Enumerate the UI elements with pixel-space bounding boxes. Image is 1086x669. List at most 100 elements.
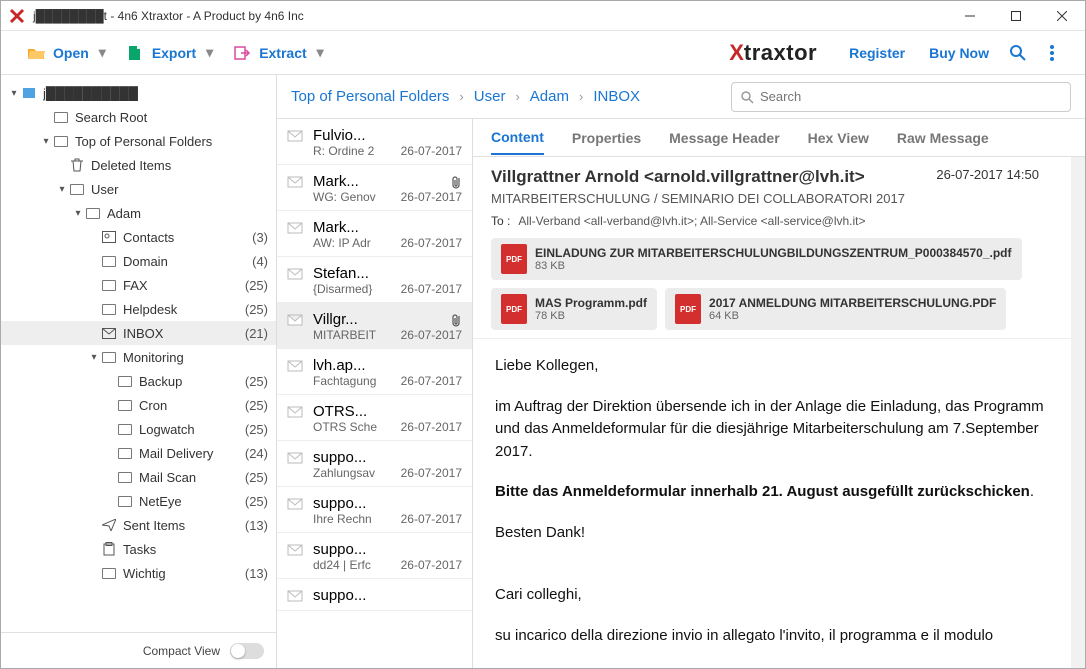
- tree-item-deleted-items[interactable]: Deleted Items: [1, 153, 276, 177]
- tree-item-mail-scan[interactable]: Mail Scan (25): [1, 465, 276, 489]
- compact-view-toggle[interactable]: [230, 643, 264, 659]
- search-input[interactable]: [760, 89, 1062, 104]
- folder-label: Mail Scan: [139, 470, 241, 485]
- pdf-icon: PDF: [501, 244, 527, 274]
- envelope-icon: [287, 357, 305, 388]
- message-date: 26-07-2017: [401, 374, 462, 388]
- attachment-icon: [450, 313, 462, 327]
- folder-label: Helpdesk: [123, 302, 241, 317]
- compact-view-label: Compact View: [143, 644, 220, 658]
- message-item[interactable]: suppo... Zahlungsav26-07-2017: [277, 441, 472, 487]
- tab-properties[interactable]: Properties: [572, 122, 641, 154]
- breadcrumb-item[interactable]: INBOX: [593, 88, 640, 105]
- tree-item-helpdesk[interactable]: Helpdesk (25): [1, 297, 276, 321]
- message-item[interactable]: suppo...: [277, 579, 472, 611]
- extract-button[interactable]: Extract ▾: [223, 38, 334, 68]
- tree-item-domain[interactable]: Domain (4): [1, 249, 276, 273]
- tree-item-fax[interactable]: FAX (25): [1, 273, 276, 297]
- close-button[interactable]: [1039, 1, 1085, 31]
- message-item[interactable]: lvh.ap... Fachtagung26-07-2017: [277, 349, 472, 395]
- folder-label: Monitoring: [123, 350, 268, 365]
- breadcrumb-item[interactable]: Top of Personal Folders: [291, 88, 449, 105]
- tab-hex-view[interactable]: Hex View: [808, 122, 869, 154]
- kebab-menu-button[interactable]: [1035, 36, 1069, 70]
- tree-item-tasks[interactable]: Tasks: [1, 537, 276, 561]
- subject-line: MITARBEITERSCHULUNG / SEMINARIO DEI COLL…: [491, 191, 1053, 206]
- folder-icon: [53, 109, 69, 125]
- attachment-name: EINLADUNG ZUR MITARBEITERSCHULUNGBILDUNG…: [535, 246, 1012, 260]
- attachment-item[interactable]: PDF MAS Programm.pdf 78 KB: [491, 288, 657, 330]
- tree-item-wichtig[interactable]: Wichtig (13): [1, 561, 276, 585]
- preview-pane: Content Properties Message Header Hex Vi…: [473, 119, 1085, 668]
- app-icon: [9, 8, 25, 24]
- search-icon-button[interactable]: [1001, 36, 1035, 70]
- attachment-name: 2017 ANMELDUNG MITARBEITERSCHULUNG.PDF: [709, 296, 996, 310]
- main-area: ▾ j██████████ Search Root ▾ Top of Perso…: [1, 75, 1085, 668]
- folder-icon: [117, 397, 133, 413]
- message-item[interactable]: OTRS... OTRS Sche26-07-2017: [277, 395, 472, 441]
- message-item[interactable]: Mark... WG: Genov26-07-2017: [277, 165, 472, 211]
- message-item[interactable]: Villgr... MITARBEIT26-07-2017: [277, 303, 472, 349]
- message-item[interactable]: Stefan... {Disarmed}26-07-2017: [277, 257, 472, 303]
- message-subject: dd24 | Erfc: [313, 558, 393, 572]
- search-icon: [740, 90, 754, 104]
- message-from: Mark...: [313, 219, 462, 236]
- message-from: suppo...: [313, 587, 462, 604]
- tab-message-header[interactable]: Message Header: [669, 122, 780, 154]
- maximize-button[interactable]: [993, 1, 1039, 31]
- message-from: suppo...: [313, 449, 462, 466]
- message-header: Villgrattner Arnold <arnold.villgrattner…: [473, 157, 1071, 339]
- tree-item-cron[interactable]: Cron (25): [1, 393, 276, 417]
- envelope-icon: [287, 127, 305, 158]
- register-link[interactable]: Register: [849, 45, 905, 61]
- message-item[interactable]: Fulvio... R: Ordine 226-07-2017: [277, 119, 472, 165]
- tab-content[interactable]: Content: [491, 121, 544, 155]
- tree-item-mail-delivery[interactable]: Mail Delivery (24): [1, 441, 276, 465]
- date-line: 26-07-2017 14:50: [936, 167, 1039, 182]
- buy-now-link[interactable]: Buy Now: [929, 45, 989, 61]
- attachment-item[interactable]: PDF 2017 ANMELDUNG MITARBEITERSCHULUNG.P…: [665, 288, 1006, 330]
- breadcrumb-item[interactable]: User: [474, 88, 506, 105]
- message-subject: MITARBEIT: [313, 328, 393, 342]
- tree-item-inbox[interactable]: INBOX (21): [1, 321, 276, 345]
- tree-item-neteye[interactable]: NetEye (25): [1, 489, 276, 513]
- open-button[interactable]: Open ▾: [17, 38, 116, 68]
- tree-item-backup[interactable]: Backup (25): [1, 369, 276, 393]
- tree-item-logwatch[interactable]: Logwatch (25): [1, 417, 276, 441]
- folder-label: Cron: [139, 398, 241, 413]
- tree-item-adam[interactable]: ▾ Adam: [1, 201, 276, 225]
- tree-root[interactable]: ▾ j██████████: [1, 81, 276, 105]
- folder-label: Search Root: [75, 110, 268, 125]
- message-from: Villgr...: [313, 311, 446, 328]
- item-count: (13): [241, 566, 268, 581]
- caret-down-icon: ▾: [99, 44, 106, 61]
- message-item[interactable]: Mark... AW: IP Adr26-07-2017: [277, 211, 472, 257]
- tree-item-search-root[interactable]: Search Root: [1, 105, 276, 129]
- tree-item-top-of-personal-folders[interactable]: ▾ Top of Personal Folders: [1, 129, 276, 153]
- folder-label: Domain: [123, 254, 249, 269]
- folder-icon: [69, 181, 85, 197]
- minimize-button[interactable]: [947, 1, 993, 31]
- attachment-item[interactable]: PDF EINLADUNG ZUR MITARBEITERSCHULUNGBIL…: [491, 238, 1022, 280]
- message-item[interactable]: suppo... dd24 | Erfc26-07-2017: [277, 533, 472, 579]
- tree-item-sent-items[interactable]: Sent Items (13): [1, 513, 276, 537]
- message-date: 26-07-2017: [401, 144, 462, 158]
- vertical-scrollbar[interactable]: [1071, 157, 1085, 668]
- folder-label: Logwatch: [139, 422, 241, 437]
- tree-item-monitoring[interactable]: ▾ Monitoring: [1, 345, 276, 369]
- message-subject: WG: Genov: [313, 190, 393, 204]
- to-line: To :All-Verband <all-verband@lvh.it>; Al…: [491, 214, 1053, 228]
- folder-label: FAX: [123, 278, 241, 293]
- envelope-icon: [287, 495, 305, 526]
- export-button[interactable]: Export ▾: [116, 38, 223, 68]
- message-date: 26-07-2017: [401, 420, 462, 434]
- folder-tree: ▾ j██████████ Search Root ▾ Top of Perso…: [1, 75, 277, 668]
- folder-label: Top of Personal Folders: [75, 134, 268, 149]
- envelope-icon: [287, 541, 305, 572]
- breadcrumb-item[interactable]: Adam: [530, 88, 569, 105]
- tab-raw-message[interactable]: Raw Message: [897, 122, 989, 154]
- search-box[interactable]: [731, 82, 1071, 112]
- tree-item-user[interactable]: ▾ User: [1, 177, 276, 201]
- tree-item-contacts[interactable]: Contacts (3): [1, 225, 276, 249]
- message-item[interactable]: suppo... Ihre Rechn26-07-2017: [277, 487, 472, 533]
